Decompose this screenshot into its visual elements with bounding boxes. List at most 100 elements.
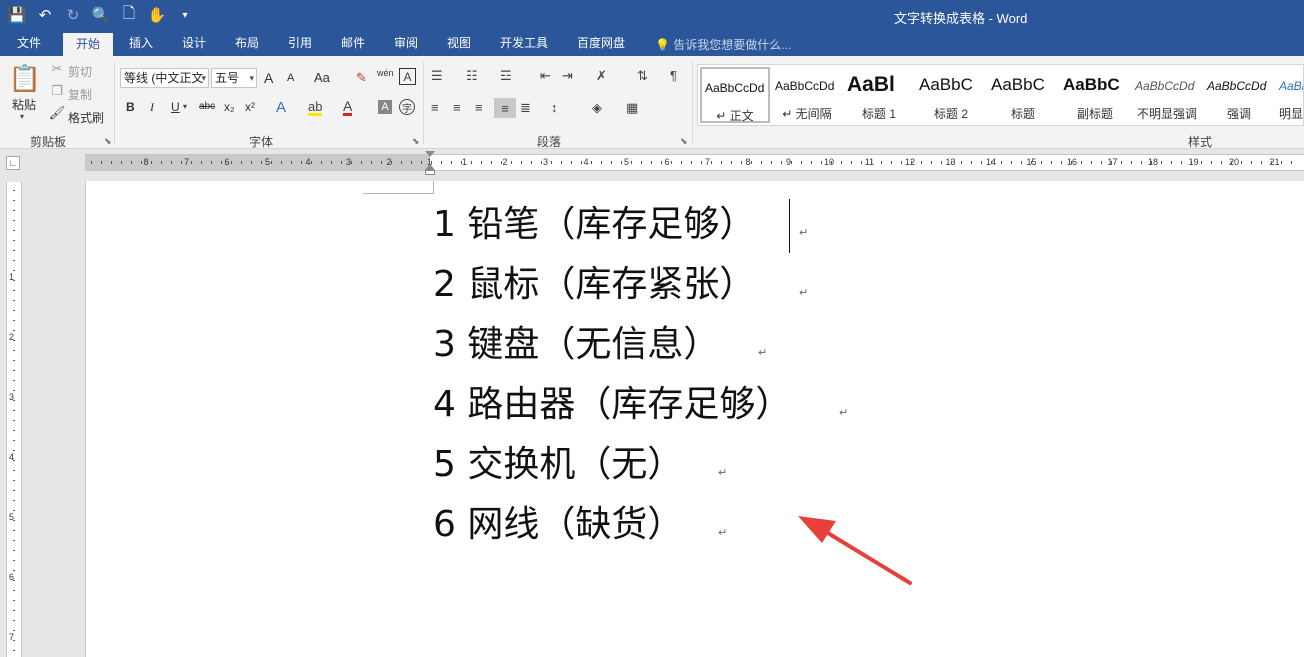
copy-icon[interactable]: ❐ [50, 83, 64, 98]
ruler-tick [281, 161, 282, 164]
tab-developer[interactable]: 开发工具 [492, 32, 556, 56]
document-line[interactable]: 6 网线（缺货） [433, 503, 683, 547]
tab-review[interactable]: 审阅 [383, 32, 429, 56]
document-line[interactable]: 5 交换机（无） [433, 443, 683, 487]
format-painter-button[interactable]: 格式刷 [68, 109, 104, 126]
align-center-icon[interactable]: ≡ [453, 100, 461, 115]
highlight-icon[interactable]: ab [308, 99, 323, 116]
style-heading-1[interactable]: AaBl 标题 1 [844, 67, 914, 123]
enclose-characters-icon[interactable]: 字 [399, 99, 415, 115]
decrease-indent-icon[interactable]: ⇤ [540, 68, 551, 84]
ruler-tick [131, 161, 132, 164]
style-subtitle[interactable]: AaBbC 副标题 [1060, 67, 1130, 123]
text-effects-icon[interactable]: A [276, 99, 286, 116]
ruler-tick [1061, 161, 1062, 164]
character-border-icon[interactable]: A [399, 68, 416, 85]
show-marks-icon[interactable]: ¶ [670, 68, 677, 83]
grow-font-button[interactable]: A [264, 70, 273, 86]
numbering-icon[interactable]: ☷ [466, 68, 478, 84]
horizontal-ruler[interactable]: 8765432112345678910111213141516171819202… [85, 154, 1304, 171]
tab-baidu-netdisk[interactable]: 百度网盘 [568, 32, 634, 56]
underline-dropdown-icon[interactable]: ▾ [183, 102, 187, 111]
bullets-icon[interactable]: ☰ [431, 68, 443, 84]
style-intense-emphasis[interactable]: AaBb 明显 [1276, 67, 1303, 123]
subscript-button[interactable]: x₂ [224, 100, 235, 114]
paragraph-mark: ↵ [718, 467, 728, 479]
bold-button[interactable]: B [126, 100, 135, 114]
tab-view[interactable]: 视图 [436, 32, 482, 56]
document-page[interactable]: 1 铅笔（库存足够） ↵ 2 鼠标（库存紧张） ↵ 3 键盘（无信息） ↵ 4 … [85, 181, 1304, 657]
left-indent-marker[interactable] [425, 170, 435, 175]
cut-button[interactable]: 剪切 [68, 63, 92, 80]
tab-layout[interactable]: 布局 [224, 32, 270, 56]
character-shading-icon[interactable]: A [378, 100, 392, 114]
borders-icon[interactable]: ▦ [626, 100, 638, 116]
font-color-icon[interactable]: A [343, 98, 353, 116]
align-left-icon[interactable]: ≡ [431, 100, 439, 115]
tab-insert[interactable]: 插入 [118, 32, 164, 56]
style-normal[interactable]: AaBbCcDd ↵ 正文 [700, 67, 770, 123]
style-preview: AaBbCcDd [1207, 79, 1267, 93]
font-launcher-icon[interactable]: ⬊ [412, 136, 420, 147]
shrink-font-button[interactable]: A [287, 72, 294, 84]
line-spacing-icon[interactable]: ↕ [551, 100, 558, 115]
style-subtle-emphasis[interactable]: AaBbCcDd 不明显强调 [1132, 67, 1202, 123]
touch-mode-icon[interactable]: ✋ [146, 4, 168, 26]
tab-selector[interactable]: ∟ [6, 156, 20, 170]
style-emphasis[interactable]: AaBbCcDd 强调 [1204, 67, 1274, 123]
lightbulb-icon: 💡 [655, 38, 670, 52]
clear-format-icon[interactable]: ✎ [356, 70, 367, 86]
increase-indent-icon[interactable]: ⇥ [562, 68, 573, 84]
change-case-button[interactable]: Aa [314, 70, 330, 85]
document-line[interactable]: 2 鼠标（库存紧张） [433, 263, 755, 307]
first-line-indent-marker[interactable] [425, 151, 435, 157]
italic-button[interactable]: I [150, 100, 154, 115]
phonetic-guide-button[interactable]: wén [377, 68, 394, 78]
paste-icon[interactable]: 📋 [9, 62, 41, 94]
document-line[interactable]: 1 铅笔（库存足够） [433, 203, 755, 247]
clipboard-launcher-icon[interactable]: ⬊ [104, 136, 112, 147]
ruler-tick [1241, 161, 1242, 164]
justify-icon[interactable]: ≡ [494, 98, 516, 118]
paragraph-launcher-icon[interactable]: ⬊ [680, 136, 688, 147]
document-line[interactable]: 3 键盘（无信息） [433, 323, 719, 367]
style-heading-2[interactable]: AaBbC 标题 2 [916, 67, 986, 123]
redo-icon[interactable]: ↻ [62, 4, 84, 26]
distributed-icon[interactable]: ≣ [520, 100, 531, 116]
sort-icon[interactable]: ⇅ [637, 68, 648, 84]
underline-button[interactable]: U [171, 100, 180, 114]
tab-home[interactable]: 开始 [63, 33, 113, 56]
document-line[interactable]: 4 路由器（库存足够） [433, 383, 791, 427]
shading-icon[interactable]: ◈ [592, 100, 602, 116]
format-painter-icon[interactable]: 🖌 [49, 105, 66, 120]
ruler-tick [521, 161, 522, 164]
copy-button[interactable]: 复制 [68, 86, 92, 103]
chinese-layout-icon[interactable]: ✗ [596, 68, 607, 84]
tab-mailings[interactable]: 邮件 [330, 32, 376, 56]
new-doc-icon[interactable]: 🗋 [118, 4, 140, 26]
tell-me-box[interactable]: 💡 告诉我您想要做什么... [655, 36, 791, 53]
style-no-spacing[interactable]: AaBbCcDd ↵ 无间隔 [772, 67, 842, 123]
print-preview-icon[interactable]: 🔍 [90, 4, 112, 26]
customize-icon[interactable]: ▾ [174, 4, 196, 26]
scissors-icon[interactable]: ✂ [50, 61, 64, 76]
save-icon[interactable]: 💾 [6, 4, 28, 26]
tab-references[interactable]: 引用 [277, 32, 323, 56]
ruler-tick [301, 161, 302, 164]
tab-design[interactable]: 设计 [171, 32, 217, 56]
ruler-tick [1231, 161, 1232, 164]
vertical-ruler[interactable]: 1234567 [6, 182, 22, 657]
font-name-combo[interactable]: 等线 (中文正文 ▾ [120, 68, 209, 88]
paste-dropdown-icon[interactable]: ▾ [20, 112, 24, 121]
align-right-icon[interactable]: ≡ [475, 100, 483, 115]
undo-icon[interactable]: ↶ [34, 4, 56, 26]
tab-file[interactable]: 文件 [6, 32, 52, 56]
superscript-button[interactable]: x² [245, 100, 255, 114]
ruler-tick [931, 161, 932, 164]
font-size-combo[interactable]: 五号 ▾ [211, 68, 257, 88]
multilevel-list-icon[interactable]: ☲ [500, 68, 512, 84]
paste-button[interactable]: 粘贴 [12, 96, 36, 113]
strikethrough-button[interactable]: abc [199, 101, 215, 112]
style-title[interactable]: AaBbC 标题 [988, 67, 1058, 123]
ruler-tick [641, 161, 642, 164]
